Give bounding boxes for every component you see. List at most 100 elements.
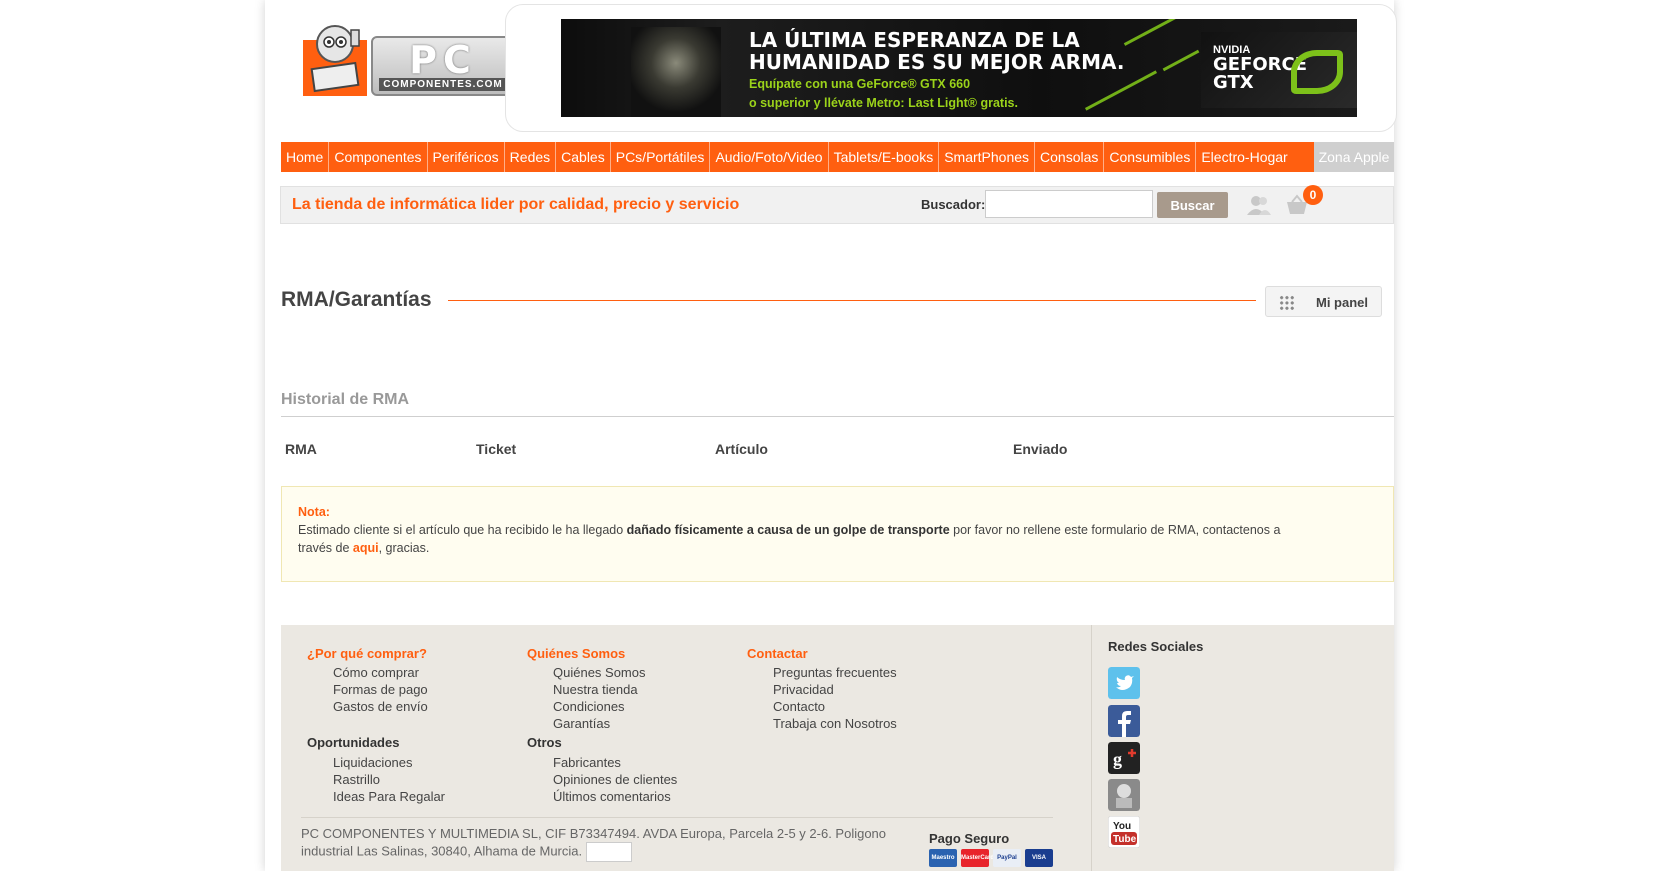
footer-link[interactable]: Garantías	[553, 716, 610, 731]
footer-divider	[301, 817, 1053, 818]
nav-item-electro-hogar[interactable]: Electro-Hogar	[1196, 142, 1292, 172]
nav-item-pcs-portatiles[interactable]: PCs/Portátiles	[611, 142, 711, 172]
footer-link[interactable]: Fabricantes	[553, 755, 621, 770]
mascot-icon[interactable]	[1108, 779, 1140, 811]
googleplus-icon[interactable]: g	[1108, 742, 1140, 774]
logo-pc-text: PC	[409, 37, 477, 82]
tagline: La tienda de informática lider por calid…	[292, 196, 740, 213]
mastercard-icon: MasterCard	[961, 849, 994, 867]
banner-stripe	[1162, 49, 1200, 72]
footer-head-oportunidades: Oportunidades	[307, 735, 400, 750]
nav-item-home[interactable]: Home	[281, 142, 330, 172]
youtube-icon[interactable]: You Tube	[1108, 816, 1140, 848]
footer-link[interactable]: Gastos de envío	[333, 699, 428, 714]
social-heading: Redes Sociales	[1108, 639, 1204, 654]
note-link-aqui[interactable]: aqui	[353, 541, 379, 555]
banner-stripe	[1084, 70, 1158, 111]
note-text-bold: dañado físicamente a causa de un golpe d…	[626, 523, 950, 537]
svg-text:You: You	[1113, 821, 1131, 832]
search-toolbar: La tienda de informática lider por calid…	[280, 185, 1394, 224]
cart-count-badge: 0	[1303, 185, 1323, 205]
paypal-icon: PayPal	[993, 849, 1021, 867]
banner-sub-line2: o superior y llévate Metro: Last Light® …	[749, 96, 1018, 110]
twitter-icon[interactable]	[1108, 667, 1140, 699]
nav-item-tablets-ebooks[interactable]: Tablets/E-books	[829, 142, 940, 172]
footer-link[interactable]: Liquidaciones	[333, 755, 413, 770]
logo-wordmark: PC COMPONENTES.COM	[371, 36, 515, 96]
footer-link[interactable]: Rastrillo	[333, 772, 380, 787]
company-info: PC COMPONENTES Y MULTIMEDIA SL, CIF B733…	[301, 825, 901, 862]
title-divider	[448, 300, 1256, 301]
footer-link[interactable]: Cómo comprar	[333, 665, 419, 680]
banner-sub-line1: Equípate con una GeForce® GTX 660	[749, 77, 971, 91]
note-text-end: , gracias.	[378, 541, 430, 555]
nvidia-eye-icon	[1291, 50, 1343, 94]
footer-head-quienes-somos[interactable]: Quiénes Somos	[527, 646, 625, 661]
banner-stripe	[1123, 19, 1179, 46]
nav-item-perifericos[interactable]: Periféricos	[428, 142, 505, 172]
banner-title-line1: LA ÚLTIMA ESPERANZA DE LA	[749, 28, 1080, 52]
footer-link[interactable]: Opiniones de clientes	[553, 772, 677, 787]
nav-item-consumibles[interactable]: Consumibles	[1104, 142, 1197, 172]
social-panel: Redes Sociales g You Tube	[1091, 625, 1395, 871]
footer-link[interactable]: Preguntas frecuentes	[773, 665, 897, 680]
maestro-icon: Maestro	[929, 849, 957, 867]
history-divider	[281, 416, 1394, 417]
nav-item-consolas[interactable]: Consolas	[1035, 142, 1105, 172]
user-icon[interactable]	[1246, 194, 1272, 216]
footer-head-otros: Otros	[527, 735, 562, 750]
payment-cards: Maestro MasterCard PayPal VISA	[929, 849, 1053, 867]
nav-item-redes[interactable]: Redes	[505, 142, 557, 172]
footer-link[interactable]: Quiénes Somos	[553, 665, 646, 680]
company-line2-wrap: industrial Las Salinas, 30840, Alhama de…	[301, 842, 901, 862]
column-header-enviado: Enviado	[1013, 441, 1068, 457]
nav-item-audio-foto-video[interactable]: Audio/Foto/Video	[710, 142, 829, 172]
header: PC COMPONENTES.COM LA ÚLTIMA ESPERANZA D…	[265, 0, 1397, 140]
main-nav: Home Componentes Periféricos Redes Cable…	[281, 142, 1314, 172]
nav-item-cables[interactable]: Cables	[556, 142, 611, 172]
column-header-ticket: Ticket	[476, 441, 517, 457]
page-container: PC COMPONENTES.COM LA ÚLTIMA ESPERANZA D…	[265, 0, 1397, 871]
company-line1: PC COMPONENTES Y MULTIMEDIA SL, CIF B733…	[301, 826, 887, 841]
mi-panel-button[interactable]: Mi panel	[1265, 286, 1382, 317]
nav-item-componentes[interactable]: Componentes	[329, 142, 428, 172]
note-box: Nota: Estimado cliente si el artículo qu…	[281, 486, 1394, 582]
banner-subtitle: Equípate con una GeForce® GTX 660 o supe…	[749, 75, 1018, 113]
footer-link[interactable]: Nuestra tienda	[553, 682, 638, 697]
note-label: Nota:	[298, 505, 330, 519]
mascot-icon	[303, 25, 367, 96]
pago-seguro-label: Pago Seguro	[929, 831, 1010, 846]
visa-icon: VISA	[1025, 849, 1053, 867]
footer-link[interactable]: Privacidad	[773, 682, 834, 697]
footer-link[interactable]: Contacto	[773, 699, 825, 714]
nav-item-zona-apple[interactable]: Zona Apple	[1314, 142, 1394, 172]
footer-head-por-que-comprar[interactable]: ¿Por qué comprar?	[307, 646, 427, 661]
company-line2: industrial Las Salinas, 30840, Alhama de…	[301, 843, 583, 859]
logo-sub-text: COMPONENTES.COM	[379, 77, 507, 91]
banner-title: LA ÚLTIMA ESPERANZA DE LA HUMANIDAD ES S…	[749, 29, 1124, 73]
nav-item-smartphones[interactable]: SmartPhones	[939, 142, 1036, 172]
banner-title-line2: HUMANIDAD ES SU MEJOR ARMA.	[749, 50, 1125, 74]
page-title: RMA/Garantías	[281, 288, 432, 311]
logo[interactable]: PC COMPONENTES.COM	[281, 6, 527, 118]
note-text: Estimado cliente si el artículo que ha r…	[298, 521, 1298, 557]
grid-icon	[1279, 295, 1295, 311]
broken-image	[586, 842, 633, 862]
nvidia-logo: NVIDIA GEFORCE GTX	[1201, 32, 1357, 108]
footer: ¿Por qué comprar? Cómo comprar Formas de…	[281, 625, 1394, 871]
column-header-rma: RMA	[285, 441, 317, 457]
footer-link[interactable]: Trabaja con Nosotros	[773, 716, 897, 731]
note-text-before: Estimado cliente si el artículo que ha r…	[298, 523, 627, 537]
footer-head-contactar[interactable]: Contactar	[747, 646, 808, 661]
facebook-icon[interactable]	[1108, 705, 1140, 737]
mi-panel-label: Mi panel	[1316, 295, 1369, 310]
footer-link[interactable]: Ideas Para Regalar	[333, 789, 445, 804]
svg-text:g: g	[1113, 749, 1122, 769]
history-title: Historial de RMA	[281, 391, 410, 408]
footer-link[interactable]: Formas de pago	[333, 682, 428, 697]
search-input[interactable]	[985, 190, 1153, 218]
ad-banner[interactable]: LA ÚLTIMA ESPERANZA DE LA HUMANIDAD ES S…	[561, 19, 1357, 117]
search-button[interactable]: Buscar	[1157, 192, 1228, 218]
footer-link[interactable]: Condiciones	[553, 699, 625, 714]
footer-link[interactable]: Últimos comentarios	[553, 789, 671, 804]
